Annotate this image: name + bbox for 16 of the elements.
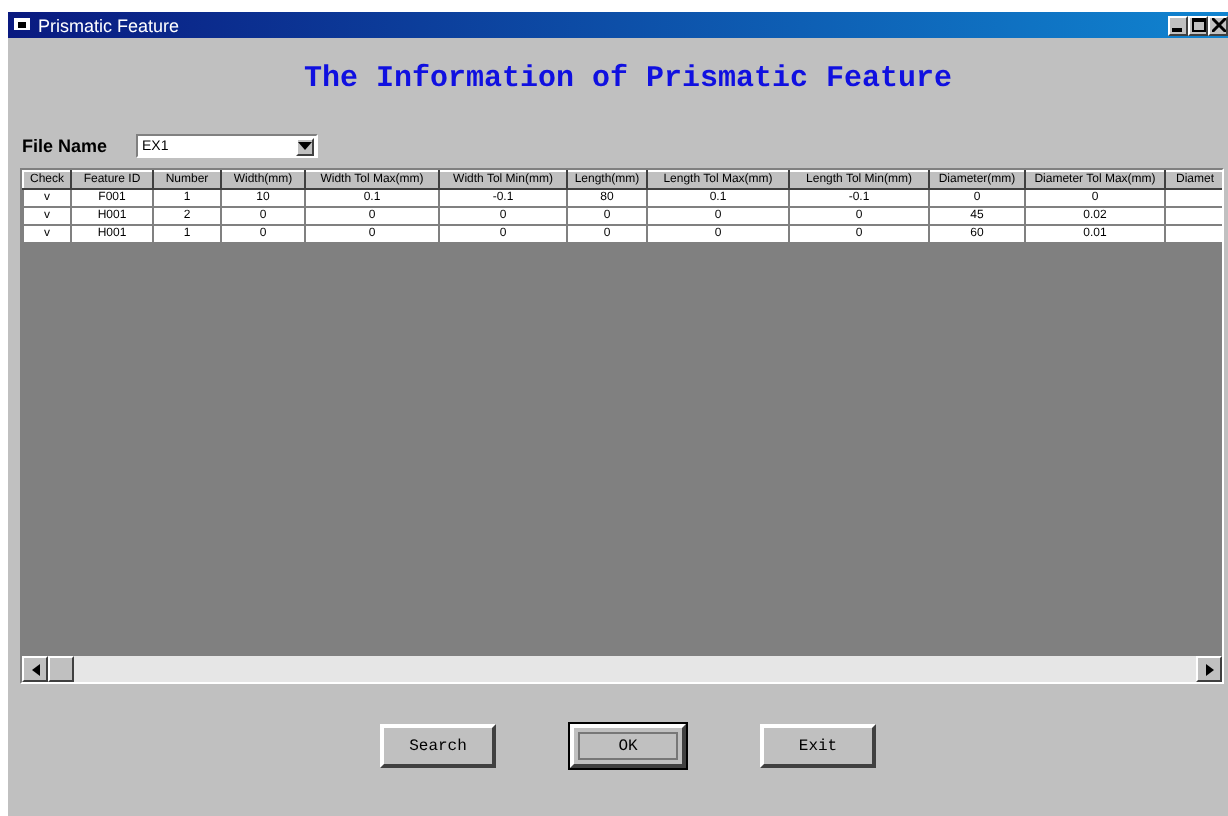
scroll-left-icon[interactable] (22, 656, 48, 682)
close-button[interactable] (1208, 15, 1228, 35)
maximize-icon (1191, 18, 1205, 32)
scroll-thumb[interactable] (48, 656, 74, 682)
maximize-button[interactable] (1188, 15, 1208, 35)
scroll-right-icon[interactable] (1196, 656, 1222, 682)
app-icon (14, 16, 32, 34)
window-title: Prismatic Feature (38, 15, 182, 35)
dialog-button[interactable]: Search (380, 724, 496, 768)
close-icon (1211, 18, 1225, 32)
field-label: File Name (22, 136, 110, 156)
dialog-button[interactable]: Exit (760, 724, 876, 768)
dropdown-arrow-icon[interactable] (296, 137, 314, 155)
dialog-button[interactable]: OK (570, 724, 686, 768)
form-heading: The Information of Prismatic Feature (301, 62, 955, 96)
minimize-button[interactable] (1168, 15, 1188, 35)
